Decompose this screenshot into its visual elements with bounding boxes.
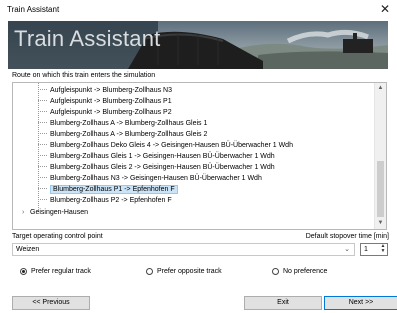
spin-down-icon[interactable]: ▼: [379, 249, 387, 254]
chevron-right-icon[interactable]: ›: [22, 207, 30, 218]
tree-group-label: Geisingen-Hausen: [30, 209, 88, 216]
tree-item-label: Aufgleispunkt -> Blumberg-Zollhaus P1: [50, 98, 172, 105]
header-banner: Train Assistant: [8, 21, 388, 69]
tree-item[interactable]: Aufgleispunkt -> Blumberg-Zollhaus P2: [38, 107, 172, 118]
tree-item-label: Blumberg-Zollhaus P1 -> Epfenhofen F: [50, 185, 178, 194]
tree-connector: [38, 188, 47, 190]
tree-item[interactable]: Blumberg-Zollhaus P2 -> Epfenhofen F: [38, 195, 172, 206]
route-scrollbar[interactable]: ▲ ▼: [374, 83, 386, 229]
close-icon[interactable]: ✕: [380, 2, 390, 16]
tree-item[interactable]: Blumberg-Zollhaus Deko Gleis 4 -> Geisin…: [38, 140, 293, 151]
banner-title: Train Assistant: [14, 26, 161, 51]
radio-prefer-regular[interactable]: Prefer regular track: [20, 268, 91, 275]
next-button[interactable]: Next >>: [324, 296, 397, 310]
tree-item-label: Aufgleispunkt -> Blumberg-Zollhaus N3: [50, 87, 172, 94]
tree-item-label: Blumberg-Zollhaus Gleis 2 -> Geisingen-H…: [50, 164, 275, 171]
route-label: Route on which this train enters the sim…: [12, 72, 156, 79]
tree-connector: [38, 166, 47, 168]
radio-prefer-opposite[interactable]: Prefer opposite track: [146, 268, 222, 275]
stopover-label: Default stopover time [min]: [305, 233, 389, 240]
tree-item-label: Blumberg-Zollhaus A -> Blumberg-Zollhaus…: [50, 131, 208, 138]
target-label: Target operating control point: [12, 233, 103, 240]
tree-connector: [38, 133, 47, 135]
tree-item-label: Blumberg-Zollhaus P2 -> Epfenhofen F: [50, 197, 172, 204]
tree-connector: [38, 177, 47, 179]
previous-button[interactable]: << Previous: [12, 296, 90, 310]
tree-item[interactable]: Aufgleispunkt -> Blumberg-Zollhaus N3: [38, 85, 172, 96]
tree-item[interactable]: Blumberg-Zollhaus Gleis 1 -> Geisingen-H…: [38, 151, 275, 162]
tree-item-label: Blumberg-Zollhaus N3 -> Geisingen-Hausen…: [50, 175, 262, 182]
stopover-spinner[interactable]: 1 ▲ ▼: [360, 243, 388, 256]
radio-no-preference[interactable]: No preference: [272, 268, 327, 275]
radio-circle[interactable]: [272, 268, 279, 275]
tree-connector: [38, 199, 47, 201]
tree-item[interactable]: Blumberg-Zollhaus A -> Blumberg-Zollhaus…: [38, 129, 207, 140]
target-value: Weizen: [16, 246, 40, 253]
tree-group-geisingen-hausen[interactable]: › Geisingen-Hausen: [22, 207, 88, 218]
scroll-thumb[interactable]: [377, 161, 384, 217]
radio-label: Prefer opposite track: [157, 268, 222, 275]
radio-circle[interactable]: [146, 268, 153, 275]
tree-item-label: Blumberg-Zollhaus A -> Blumberg-Zollhaus…: [50, 120, 208, 127]
window-title: Train Assistant: [7, 5, 60, 14]
tree-connector: [38, 100, 47, 102]
radio-circle[interactable]: [20, 268, 27, 275]
tree-item-label: Blumberg-Zollhaus Gleis 1 -> Geisingen-H…: [50, 153, 275, 160]
tree-item[interactable]: Blumberg-Zollhaus Gleis 2 -> Geisingen-H…: [38, 162, 275, 173]
tree-connector: [38, 144, 47, 146]
tree-connector: [38, 89, 47, 91]
tree-item[interactable]: Blumberg-Zollhaus N3 -> Geisingen-Hausen…: [38, 173, 262, 184]
tree-item[interactable]: Blumberg-Zollhaus A -> Blumberg-Zollhaus…: [38, 118, 207, 129]
chevron-down-icon[interactable]: ⌄: [344, 245, 350, 253]
tree-item[interactable]: Blumberg-Zollhaus P1 -> Epfenhofen F: [38, 184, 178, 195]
tree-connector: [38, 111, 47, 113]
radio-label: No preference: [283, 268, 328, 275]
stopover-value[interactable]: 1: [364, 246, 368, 253]
radio-label: Prefer regular track: [31, 268, 91, 275]
target-select[interactable]: Weizen ⌄: [12, 243, 355, 256]
scroll-down-icon[interactable]: ▼: [375, 218, 386, 229]
tree-item[interactable]: Aufgleispunkt -> Blumberg-Zollhaus P1: [38, 96, 172, 107]
tree-connector: [38, 155, 47, 157]
tree-item-label: Aufgleispunkt -> Blumberg-Zollhaus P2: [50, 109, 172, 116]
scroll-up-icon[interactable]: ▲: [375, 83, 386, 94]
exit-button[interactable]: Exit: [244, 296, 322, 310]
route-tree[interactable]: Aufgleispunkt -> Blumberg-Zollhaus N3 Auf…: [12, 82, 387, 230]
title-bar: Train Assistant ✕: [0, 0, 397, 20]
tree-connector: [38, 122, 47, 124]
tree-item-label: Blumberg-Zollhaus Deko Gleis 4 -> Geisin…: [50, 142, 293, 149]
